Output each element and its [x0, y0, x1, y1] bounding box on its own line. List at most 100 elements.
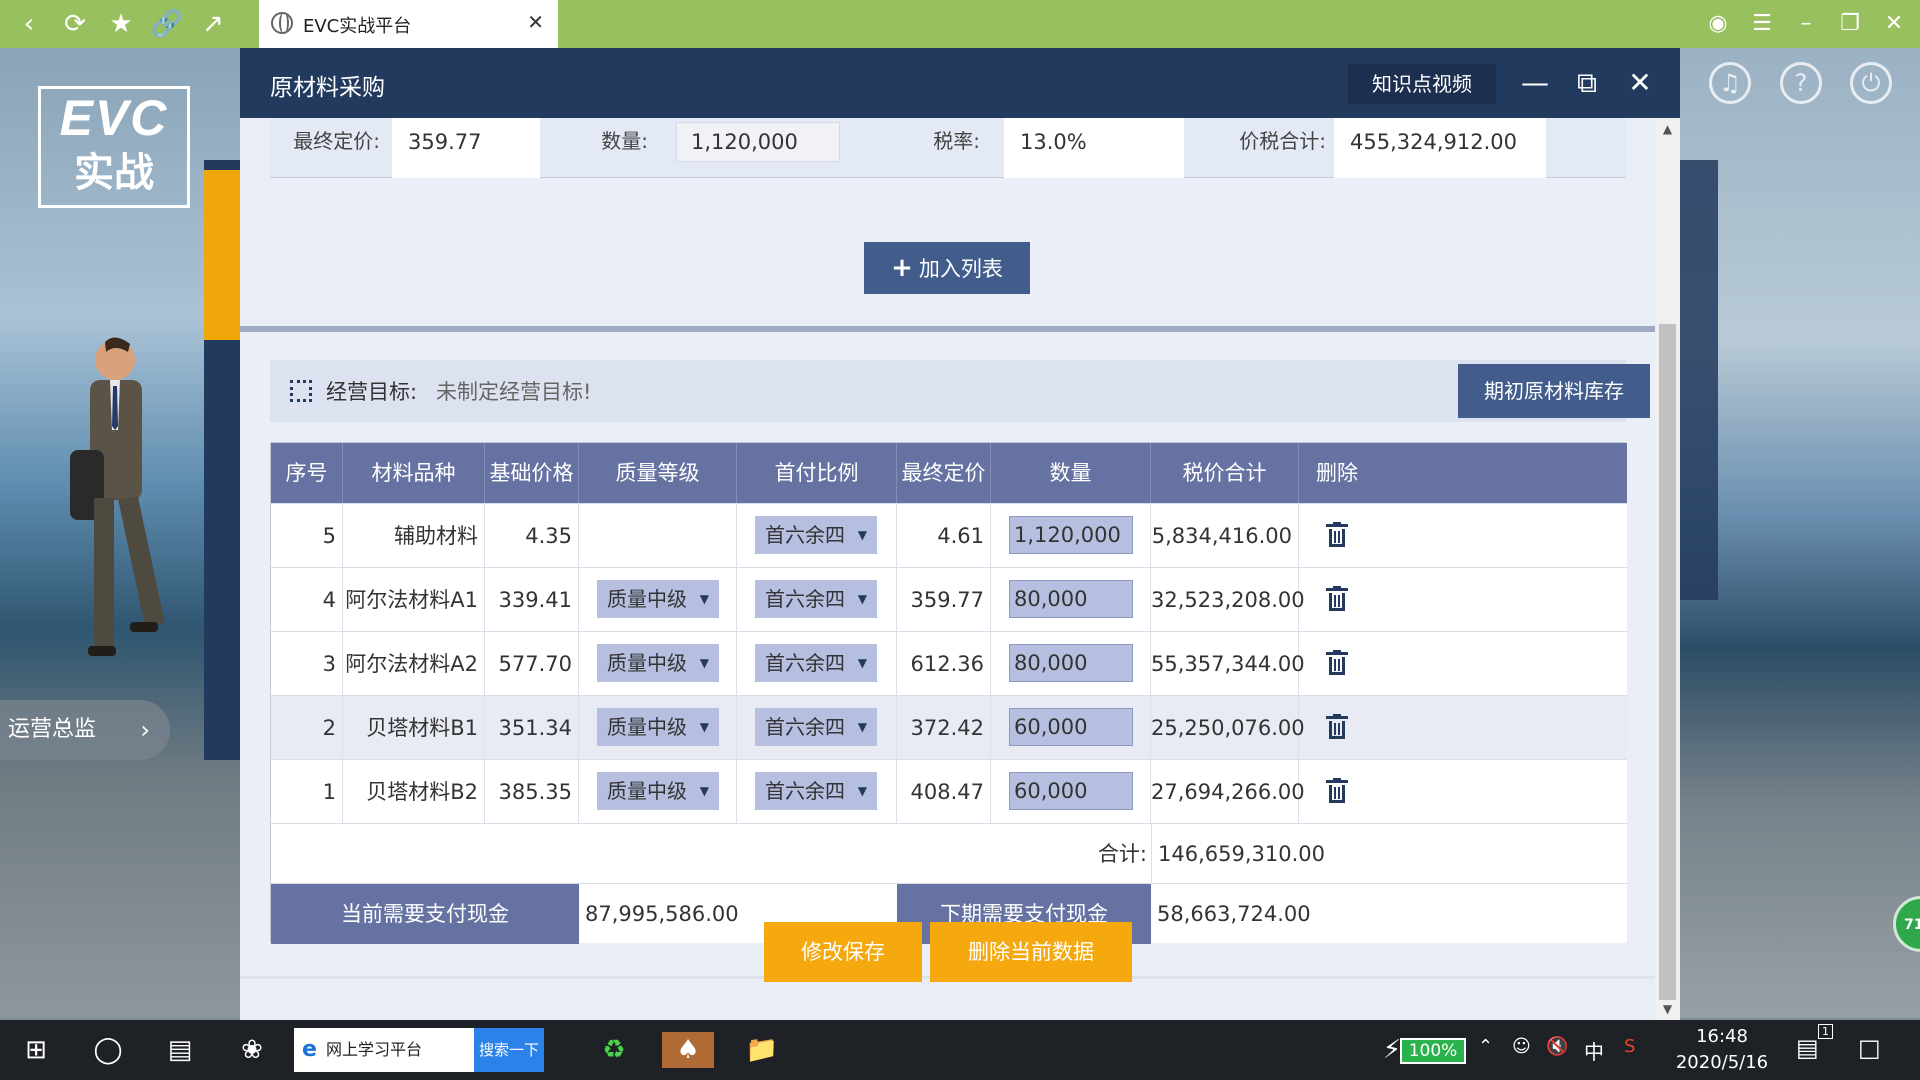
quality-select[interactable]: 质量中级 ▼ [597, 708, 719, 746]
payment-select[interactable]: 首六余四 ▼ [755, 772, 877, 810]
taskbar-search-input[interactable]: e 网上学习平台 [294, 1028, 474, 1072]
scroll-up-icon[interactable]: ▲ [1655, 122, 1680, 136]
browser-tab-title: EVC实战平台 [303, 16, 412, 37]
cell-total: 27,694,266.00 [1151, 760, 1305, 824]
share-icon[interactable]: ↗ [196, 8, 230, 40]
payment-select[interactable]: 首六余四 ▼ [755, 516, 877, 554]
windows-start-icon[interactable]: ⊞ [18, 1032, 54, 1068]
initial-inventory-button[interactable]: 期初原材料库存 [1458, 364, 1650, 418]
add-to-list-button[interactable]: + 加入列表 [864, 242, 1030, 294]
close-tab-icon[interactable]: ✕ [527, 10, 544, 34]
cortana-icon[interactable]: ◯ [90, 1032, 126, 1068]
task-view-icon[interactable]: ▤ [162, 1032, 198, 1068]
globe-icon [271, 12, 293, 34]
bell-icon[interactable]: ♫ [1709, 62, 1751, 104]
col-header-total: 税价合计 [1151, 443, 1299, 503]
ime-indicator[interactable]: 中 [1584, 1036, 1604, 1065]
cell-final-price: 408.47 [897, 760, 991, 824]
purchase-fields-row: 最终定价: 359.77 数量: 1,120,000 税率: 13.0% 价税合… [270, 118, 1626, 178]
ie-icon: e [302, 1037, 317, 1062]
purchase-table: 序号 材料品种 基础价格 质量等级 首付比例 最终定价 数量 税价合计 删除 5… [270, 442, 1627, 944]
search-button[interactable]: 搜索一下 [474, 1028, 544, 1072]
cell-material: 阿尔法材料A1 [343, 568, 485, 632]
cell-quality-empty [579, 504, 737, 568]
link-icon[interactable]: 🔗 [150, 8, 184, 40]
restore-icon[interactable]: ❐ [1832, 8, 1868, 40]
cell-quality: 质量中级 ▼ [579, 632, 737, 696]
col-header-no: 序号 [271, 443, 343, 503]
cell-final-price: 372.42 [897, 696, 991, 760]
action-center-icon[interactable]: □ [1858, 1034, 1881, 1062]
cell-quantity: 60,000 [991, 696, 1151, 760]
notification-icon[interactable]: ▤ [1796, 1034, 1819, 1062]
file-explorer-icon[interactable]: 📁 [744, 1032, 780, 1068]
payment-select[interactable]: 首六余四 ▼ [755, 580, 877, 618]
quality-select-value: 质量中级 [607, 587, 687, 611]
payment-select-value: 首六余四 [765, 651, 845, 675]
close-window-icon[interactable]: ✕ [1876, 8, 1912, 40]
knowledge-video-button[interactable]: 知识点视频 [1348, 64, 1496, 104]
plus-icon: + [891, 253, 913, 283]
logo-text-shizhan: 实战 [74, 150, 154, 196]
close-modal-icon[interactable]: ✕ [1623, 66, 1657, 100]
trash-icon[interactable] [1326, 650, 1348, 676]
popout-icon[interactable]: ⧉ [1570, 66, 1604, 100]
sum-label: 合计: [1097, 842, 1147, 866]
sum-row: 合计: 146,659,310.00 [271, 823, 1627, 884]
quantity-field[interactable]: 1,120,000 [1009, 516, 1133, 554]
cell-material: 贝塔材料B1 [343, 696, 485, 760]
cell-base-price: 577.70 [485, 632, 579, 696]
back-icon[interactable]: ‹ [12, 8, 46, 40]
quantity-field[interactable]: 80,000 [1009, 580, 1133, 618]
minimize-modal-icon[interactable]: — [1518, 66, 1552, 100]
chevron-up-icon[interactable]: ⌃ [1478, 1036, 1493, 1057]
quality-select[interactable]: 质量中级 ▼ [597, 772, 719, 810]
table-row: 1 贝塔材料B2 385.35 质量中级 ▼ 首六余四 ▼ 408.47 60,00… [271, 759, 1627, 824]
qq-icon[interactable]: ☺ [1512, 1036, 1531, 1057]
quantity-field[interactable]: 60,000 [1009, 708, 1133, 746]
battery-indicator: 100% [1400, 1038, 1466, 1064]
clock-time: 16:48 [1696, 1026, 1748, 1047]
trash-icon[interactable] [1326, 714, 1348, 740]
muted-speaker-icon[interactable]: 🔇 [1546, 1036, 1568, 1057]
power-icon[interactable]: ⏻ [1850, 62, 1892, 104]
menu-icon[interactable]: ☰ [1744, 8, 1780, 40]
payment-select[interactable]: 首六余四 ▼ [755, 708, 877, 746]
help-icon[interactable]: ? [1780, 62, 1822, 104]
quantity-field[interactable]: 80,000 [1009, 644, 1133, 682]
favorite-icon[interactable]: ★ [104, 8, 138, 40]
table-row: 4 阿尔法材料A1 339.41 质量中级 ▼ 首六余四 ▼ 359.77 80,0… [271, 567, 1627, 632]
quality-select[interactable]: 质量中级 ▼ [597, 644, 719, 682]
browser-tab[interactable]: EVC实战平台 ✕ [259, 0, 558, 48]
trash-icon[interactable] [1326, 778, 1348, 804]
game-app-icon[interactable]: ♠ [662, 1032, 714, 1068]
payment-select[interactable]: 首六余四 ▼ [755, 644, 877, 682]
minimize-icon[interactable]: – [1788, 8, 1824, 40]
save-changes-button[interactable]: 修改保存 [764, 922, 922, 982]
refresh-icon[interactable]: ⟳ [58, 8, 92, 40]
goal-value: 未制定经营目标! [436, 380, 592, 404]
col-header-delete: 删除 [1316, 461, 1358, 485]
role-switcher[interactable]: 运营总监 › [0, 700, 170, 760]
notification-count: 1 [1818, 1024, 1833, 1039]
businessman-illustration [70, 337, 165, 656]
sogou-icon[interactable]: S [1624, 1036, 1635, 1057]
browser-app-icon[interactable]: ♻ [596, 1032, 632, 1068]
cell-material: 阿尔法材料A2 [343, 632, 485, 696]
modal-scrollbar[interactable]: ▲ ▼ [1655, 118, 1680, 1020]
scrollbar-thumb[interactable] [1659, 324, 1676, 1000]
col-header-base-price: 基础价格 [485, 443, 579, 503]
scroll-down-icon[interactable]: ▼ [1655, 1002, 1680, 1016]
quality-select[interactable]: 质量中级 ▼ [597, 580, 719, 618]
caret-down-icon: ▼ [699, 720, 709, 734]
trash-icon[interactable] [1326, 522, 1348, 548]
browser-logo-icon[interactable]: ◉ [1700, 8, 1736, 40]
cell-quality: 质量中级 ▼ [579, 760, 737, 824]
quantity-input[interactable]: 1,120,000 [676, 122, 840, 162]
delete-data-button[interactable]: 删除当前数据 [930, 922, 1132, 982]
trash-icon[interactable] [1326, 586, 1348, 612]
quantity-field[interactable]: 60,000 [1009, 772, 1133, 810]
caret-down-icon: ▼ [857, 528, 867, 542]
cell-final-price: 359.77 [897, 568, 991, 632]
fan-app-icon[interactable]: ❀ [234, 1032, 270, 1068]
